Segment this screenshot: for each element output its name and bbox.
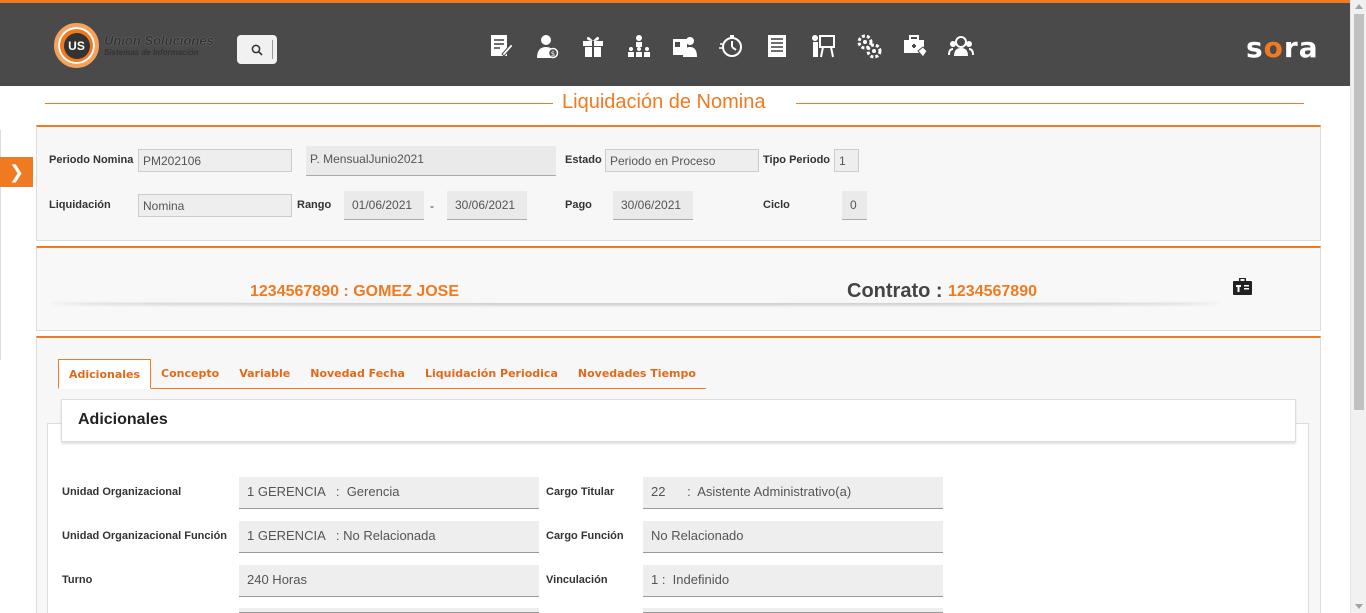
- user-money-icon[interactable]: $: [532, 32, 562, 60]
- employee-name: 1234567890 : GOMEZ JOSE: [250, 283, 459, 300]
- adicionales-header: [61, 399, 1296, 442]
- svg-text:$: $: [551, 50, 555, 58]
- main-nav: $: [486, 32, 976, 60]
- page-title: Liquidación de Nomina: [562, 91, 766, 113]
- presentation-icon[interactable]: [808, 32, 838, 60]
- ciclo-label: Ciclo: [763, 199, 790, 211]
- section-title: Adicionales: [78, 411, 168, 428]
- scroll-down-arrow-icon[interactable]: [1355, 604, 1363, 609]
- id-card-icon[interactable]: [1233, 278, 1252, 300]
- pago-field[interactable]: 30/06/2021: [613, 191, 693, 220]
- logo-subtitle: Sistemas de Información: [104, 48, 199, 57]
- users-id-icon[interactable]: [670, 32, 700, 60]
- sidebar-toggle-button[interactable]: ❯: [0, 157, 33, 187]
- liquidacion-label: Liquidación: [49, 199, 111, 211]
- pago-label: Pago: [565, 199, 592, 211]
- rango-separator: -: [430, 199, 434, 213]
- tab-bar: Adicionales Concepto Variable Novedad Fe…: [58, 359, 706, 389]
- cargo-funcion-field[interactable]: No Relacionado: [643, 521, 943, 553]
- medical-bag-icon[interactable]: [900, 32, 930, 60]
- turno-label: Turno: [62, 574, 93, 586]
- cargo-titular-field[interactable]: 22 : Asistente Administrativo(a): [643, 477, 943, 509]
- hierarchy-icon[interactable]: [624, 32, 654, 60]
- turno-field[interactable]: 240 Horas: [239, 565, 539, 597]
- form-icon[interactable]: [762, 32, 792, 60]
- search-icon: [251, 44, 263, 56]
- cargo-funcion-label: Cargo Función: [546, 530, 624, 542]
- page-scrollbar[interactable]: [1350, 0, 1366, 613]
- gift-icon[interactable]: [578, 32, 608, 60]
- contrato-value: 1234567890: [948, 283, 1037, 300]
- unidad-org-field[interactable]: 1 GERENCIA : Gerencia: [239, 477, 539, 509]
- tab-concepto[interactable]: Concepto: [151, 359, 229, 388]
- logo-title: Unión Soluciones: [104, 33, 214, 48]
- empleado-panel: [36, 246, 1321, 331]
- logo-mark: US: [54, 23, 99, 68]
- vinculacion-field[interactable]: 1 : Indefinido: [643, 565, 943, 597]
- staff-icon[interactable]: [946, 32, 976, 60]
- rango-to-field[interactable]: 30/06/2021: [447, 191, 527, 220]
- tipo-periodo-field[interactable]: 1: [834, 149, 859, 172]
- vinculacion-label: Vinculación: [546, 574, 608, 586]
- tab-novedades-tiempo[interactable]: Novedades Tiempo: [568, 359, 706, 388]
- periodo-desc-field[interactable]: P. MensualJunio2021: [306, 146, 556, 176]
- gears-icon[interactable]: [854, 32, 884, 60]
- estado-field[interactable]: Periodo en Proceso: [605, 149, 759, 172]
- chevron-right-icon: ❯: [8, 161, 25, 182]
- scroll-up-arrow-icon[interactable]: [1355, 4, 1363, 9]
- tab-novedad-fecha[interactable]: Novedad Fecha: [300, 359, 415, 388]
- rango-from-field[interactable]: 01/06/2021: [344, 191, 424, 220]
- liquidacion-field[interactable]: Nomina: [138, 194, 292, 217]
- tab-variable[interactable]: Variable: [229, 359, 300, 388]
- unidad-funcion-field[interactable]: 1 GERENCIA : No Relacionada: [239, 521, 539, 553]
- periodo-field[interactable]: PM202106: [138, 149, 292, 172]
- tab-liquidacion-periodica[interactable]: Liquidación Periodica: [415, 359, 568, 388]
- search-button[interactable]: [237, 35, 277, 64]
- next-field-partial[interactable]: [239, 608, 539, 613]
- next-field-partial-right[interactable]: [643, 608, 943, 613]
- cargo-titular-label: Cargo Titular: [546, 486, 615, 498]
- top-bar: US Unión Soluciones Sistemas de Informac…: [0, 0, 1350, 86]
- tipo-periodo-label: Tipo Periodo: [763, 154, 831, 166]
- unidad-funcion-label: Unidad Organizacional Función: [62, 530, 228, 542]
- ciclo-field[interactable]: 0: [842, 191, 867, 220]
- sara-brand-logo: sora: [1246, 31, 1319, 64]
- company-logo[interactable]: US Unión Soluciones Sistemas de Informac…: [54, 23, 214, 68]
- periodo-panel: [36, 125, 1321, 241]
- estado-label: Estado: [565, 154, 602, 166]
- periodo-label: Periodo Nomina: [49, 154, 134, 166]
- unidad-org-label: Unidad Organizacional: [62, 486, 182, 498]
- stopwatch-icon[interactable]: [716, 32, 746, 60]
- rango-label: Rango: [297, 199, 332, 211]
- tab-adicionales[interactable]: Adicionales: [58, 359, 152, 389]
- scroll-thumb[interactable]: [1354, 14, 1364, 410]
- document-edit-icon[interactable]: [486, 32, 516, 60]
